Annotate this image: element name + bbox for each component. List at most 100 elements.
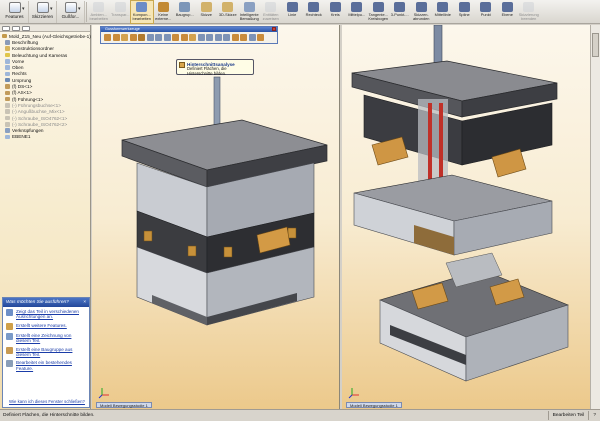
help-close-icon[interactable]: ×	[83, 300, 86, 305]
part-icon	[5, 115, 10, 121]
mold-setup-icon[interactable]	[257, 34, 264, 41]
toolbar-button-label: Rechteck	[305, 12, 322, 17]
line-icon	[286, 2, 298, 12]
toolbar-button-circle[interactable]: Kreis	[325, 1, 347, 23]
part-icon	[5, 96, 10, 102]
tree-item-label: (-) Führungsbuchse<1>	[12, 102, 61, 108]
tree-item-label: Konstruktionsordner	[12, 46, 54, 52]
help-item[interactable]: Bearbeitet ein bestehendes Feature.	[3, 358, 89, 372]
knit-icon[interactable]	[223, 34, 230, 41]
toolbar-button-3-point-arc[interactable]: 3-Punkt-...	[389, 1, 411, 23]
toolbar-button-plane[interactable]: Ebene	[497, 1, 519, 23]
toolbar-button-3d-sketch[interactable]: 3D-Skizze	[217, 1, 239, 23]
chevron-down-icon[interactable]: ▾	[22, 6, 25, 12]
interlock-icon[interactable]	[231, 34, 239, 41]
toolbar-button-tangent-arc[interactable]: Tangente... Kreisbogen	[368, 1, 390, 23]
toolbar-button-assembly[interactable]: Baugrup...	[174, 1, 196, 23]
toolbar-button-line[interactable]: Linie	[282, 1, 304, 23]
vertical-scrollbar[interactable]	[590, 25, 600, 409]
toolbar-dropdown-2[interactable]: ▾ Skizzieren	[29, 1, 57, 23]
toolbar-button-sketch2[interactable]: Skizze	[196, 1, 218, 23]
toolbar-button-transparency[interactable]: Transpar...	[110, 1, 132, 23]
toolbar-button-group: Ambien... bearbeiten Transpar... Kompon...…	[88, 0, 540, 24]
toolbar-dropdown-1[interactable]: ▾ Features	[1, 1, 29, 23]
tree-item-label: Beleuchtung und Kameras	[12, 52, 68, 58]
help-icon[interactable]: ?	[588, 411, 600, 420]
chevron-down-icon[interactable]: ▾	[78, 6, 81, 12]
tree-item-label: Beschriftung	[12, 39, 39, 45]
help-item[interactable]: Zeigt das Teil in verschiedenen Ausricht…	[3, 307, 89, 321]
tree-item[interactable]: Mold_Z15_Neu (Auf-Gleichsgetriebe-1)	[2, 33, 91, 39]
command-manager-toolbar: ▾ Features ▾ Skizzieren ▾ Gußfor... Ambien...…	[0, 0, 600, 24]
status-bar: Definiert Flächen, die Hinterschnitte bi…	[0, 409, 600, 421]
help-item[interactable]: Erstellt weitere Features.	[3, 321, 89, 331]
toolbar-button-centerpoint-arc[interactable]: Mittelpu...	[346, 1, 368, 23]
offset-icon[interactable]	[214, 34, 222, 41]
toolbar-button-label: Linie	[288, 12, 297, 17]
help-item[interactable]: Erstellt eine Zeichnung von diesem Teil.	[3, 331, 89, 345]
help-item[interactable]: Erstellt eine Baugruppe aus diesem Teil.	[3, 345, 89, 359]
toolbar-button-label: Mittelpu...	[348, 12, 366, 17]
toolbar-button-convert-entities[interactable]: Entitäten zuweisen	[260, 1, 282, 23]
help-close-link[interactable]: Wie kann ich dieses Fenster schließen?	[9, 399, 85, 404]
tooling-split-icon[interactable]	[163, 34, 171, 41]
help-item-link[interactable]: Erstellt eine Zeichnung von diesem Teil.	[16, 333, 86, 344]
mold-model-closed[interactable]	[92, 25, 340, 409]
scrollbar-thumb[interactable]	[592, 33, 599, 57]
parting-surface-icon[interactable]	[146, 34, 154, 41]
tree-list: Mold_Z15_Neu (Auf-Gleichsgetriebe-1) Besc…	[0, 32, 91, 141]
chevron-down-icon[interactable]: ▾	[50, 6, 53, 12]
toolbar-separator	[86, 2, 87, 22]
3-point-arc-icon	[394, 2, 406, 12]
plane-icon	[5, 65, 10, 70]
toolbar-button-exit-sketch[interactable]: Skizzierung beenden	[518, 1, 540, 23]
help-item-link[interactable]: Erstellt weitere Features.	[16, 323, 67, 330]
mold-tools-floating-toolbar: Gussformwerkzeuge	[100, 26, 278, 44]
toolbar-button-centerline[interactable]: Mittellinie	[432, 1, 454, 23]
toolbar-button-rectangle[interactable]: Rechteck	[303, 1, 325, 23]
cavity-icon[interactable]	[180, 34, 188, 41]
mold-folder-icon[interactable]	[189, 34, 196, 41]
draft-analysis-icon[interactable]	[129, 34, 137, 41]
mold-model-exploded[interactable]	[342, 25, 590, 409]
tree-item-label: Oben	[12, 65, 24, 71]
help-item-link[interactable]: Erstellt eine Baugruppe aus diesem Teil.	[16, 347, 86, 358]
tree-item[interactable]: EBENE1	[2, 134, 88, 140]
toolbar-dropdown-3[interactable]: ▾ Gußfor...	[57, 1, 85, 23]
toolbar-button-ambient[interactable]: Ambien... bearbeiten	[88, 1, 110, 23]
model-tab-right[interactable]: Modell Bewegungsstudie 1	[346, 402, 402, 408]
toolbar-button-label: 3-Punkt-...	[390, 12, 409, 17]
help-item-link[interactable]: Bearbeitet ein bestehendes Feature.	[16, 360, 86, 371]
toolbar-button-label: Skizzierung beenden	[518, 12, 539, 22]
model-tab-left[interactable]: Modell Bewegungsstudie 1	[96, 402, 152, 408]
tree-item-label: (f) Führung<1>	[12, 96, 44, 102]
surface-icon[interactable]	[197, 34, 205, 41]
toolbar-button-sketch-fillet[interactable]: Skizzen- abrunden	[411, 1, 433, 23]
features-icon: ▾	[8, 2, 25, 13]
close-icon[interactable]	[272, 27, 276, 31]
graphics-area-right[interactable]: Modell Bewegungsstudie 1	[342, 25, 590, 409]
help-item-link[interactable]: Zeigt das Teil in verschiedenen Ausricht…	[16, 309, 86, 320]
toolbar-button-edit-component[interactable]: Kompon... bearbeiten	[130, 0, 154, 24]
core-icon[interactable]	[172, 34, 179, 41]
smart-dimension-icon	[243, 2, 255, 12]
parting-line-icon[interactable]	[104, 34, 111, 41]
circle-icon	[329, 2, 341, 12]
guide-bushing	[143, 230, 153, 242]
toolbar-button-no-external[interactable]: Keine externe...	[153, 1, 175, 23]
configuration-manager-tab-icon[interactable]	[22, 26, 30, 31]
undercut-icon[interactable]	[138, 34, 145, 41]
graphics-area-left[interactable]: Modell Bewegungsstudie 1	[92, 25, 340, 409]
plane-icon	[5, 59, 10, 64]
shutoff-icon[interactable]	[112, 34, 120, 41]
ruled-surface-icon[interactable]	[155, 34, 162, 41]
split-icon[interactable]	[240, 34, 247, 41]
toolbar-button-point[interactable]: Punkt	[475, 1, 497, 23]
feature-manager-tab-icon[interactable]	[2, 26, 10, 31]
scale-icon[interactable]	[121, 34, 128, 41]
toolbar-button-smart-dimension[interactable]: Intelligente Bemaßung	[239, 1, 261, 23]
property-manager-tab-icon[interactable]	[12, 26, 20, 31]
toolbar-button-spline[interactable]: Spline	[454, 1, 476, 23]
delete-face-icon[interactable]	[206, 34, 213, 41]
core-side-icon[interactable]	[248, 34, 256, 41]
